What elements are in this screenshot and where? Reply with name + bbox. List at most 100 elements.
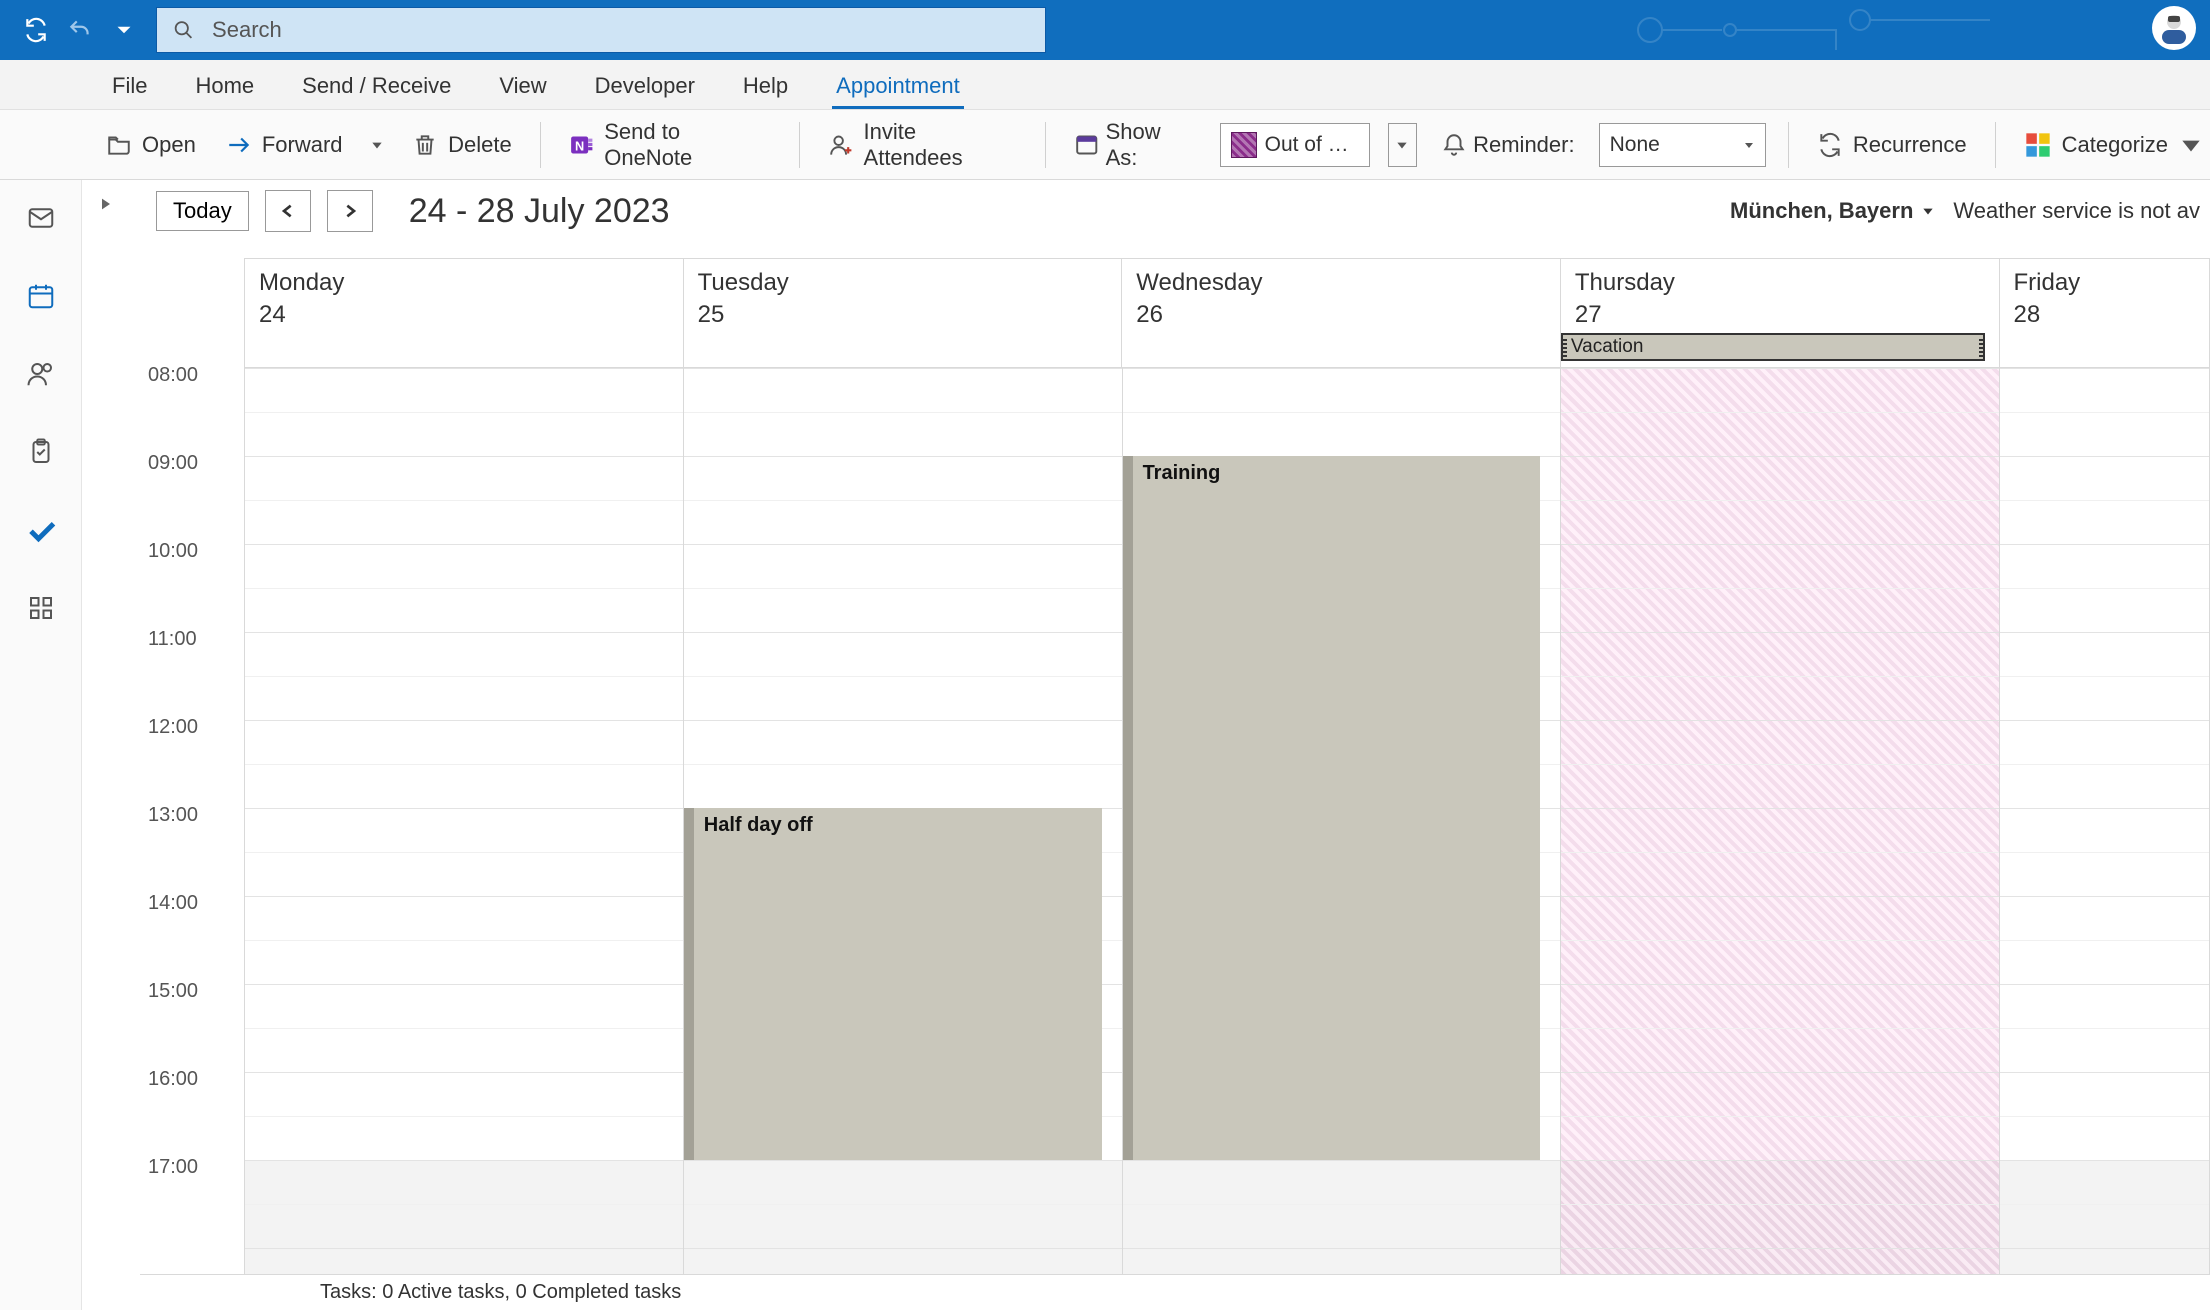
nav-more-apps[interactable] <box>19 586 63 630</box>
tab-developer[interactable]: Developer <box>591 63 699 109</box>
day-column[interactable] <box>245 368 684 1274</box>
day-number: 25 <box>698 301 1108 329</box>
forward-dropdown[interactable] <box>367 130 389 160</box>
chevron-down-icon <box>1921 204 1935 218</box>
day-headers: Monday24 Tuesday 25 Wednesday 26 Thursday 27 Va… <box>244 258 2210 368</box>
day-header[interactable]: Thursday 27 Vacation <box>1561 259 2000 368</box>
day-number: 28 <box>2014 301 2196 329</box>
date-navigation: Today 24 - 28 July 2023 <box>156 190 670 232</box>
today-button[interactable]: Today <box>156 191 249 231</box>
invite-label: Invite Attendees <box>864 119 1018 171</box>
day-columns[interactable]: Half day offTraining <box>244 368 2210 1274</box>
account-area[interactable] <box>2152 6 2196 50</box>
next-week-button[interactable] <box>327 190 373 232</box>
ribbon-separator <box>1995 122 1996 168</box>
day-header[interactable]: Monday24 <box>245 259 684 368</box>
show-as-dropdown[interactable] <box>1388 123 1418 167</box>
show-as-combo[interactable]: Out of O... <box>1220 123 1370 167</box>
calendar-grid: 08:0009:0010:0011:0012:0013:0014:0015:00… <box>140 258 2210 1274</box>
nav-people[interactable] <box>19 352 63 396</box>
nav-todo[interactable] <box>19 508 63 552</box>
show-as-label: Show As: <box>1106 119 1196 171</box>
forward-label: Forward <box>262 132 343 158</box>
event-half-day-off[interactable]: Half day off <box>684 808 1102 1160</box>
day-column[interactable]: Training <box>1123 368 1562 1274</box>
day-number: 27 <box>1575 301 1985 329</box>
reminder-group: Reminder: <box>1435 128 1580 162</box>
nav-calendar[interactable] <box>19 274 63 318</box>
reminder-combo[interactable]: None <box>1599 123 1766 167</box>
search-input[interactable] <box>210 16 1029 44</box>
categorize-button[interactable]: Categorize <box>2018 127 2210 163</box>
day-header[interactable]: Friday 28 <box>2000 259 2210 368</box>
day-name: Friday <box>2014 269 2196 297</box>
tab-home[interactable]: Home <box>191 63 258 109</box>
date-range-label: 24 - 28 July 2023 <box>409 192 670 231</box>
ribbon: Open Forward Delete N Send to OneNote In… <box>0 110 2210 180</box>
day-name: Wednesday <box>1136 269 1546 297</box>
open-button[interactable]: Open <box>100 128 202 162</box>
status-bar: Tasks: 0 Active tasks, 0 Completed tasks <box>140 1274 2210 1310</box>
show-as-group: Show As: <box>1068 115 1202 175</box>
tab-file[interactable]: File <box>108 63 151 109</box>
show-as-value: Out of O... <box>1265 133 1359 157</box>
ribbon-separator <box>799 122 800 168</box>
time-label: 17:00 <box>148 1156 198 1179</box>
delete-button[interactable]: Delete <box>406 128 518 162</box>
ribbon-separator <box>540 122 541 168</box>
day-column[interactable] <box>2000 368 2210 1274</box>
day-header[interactable]: Wednesday 26 <box>1122 259 1561 368</box>
weather-location-label: München, Bayern <box>1730 198 1913 224</box>
nav-mail[interactable] <box>19 196 63 240</box>
undo-icon[interactable] <box>66 16 94 44</box>
send-onenote-button[interactable]: N Send to OneNote <box>563 115 777 175</box>
prev-week-button[interactable] <box>265 190 311 232</box>
sync-icon[interactable] <box>22 16 50 44</box>
reminder-label: Reminder: <box>1473 132 1574 158</box>
day-name: Tuesday <box>698 269 1108 297</box>
day-header[interactable]: Tuesday 25 <box>684 259 1123 368</box>
time-label: 12:00 <box>148 716 198 739</box>
avatar-icon[interactable] <box>2152 6 2196 50</box>
tab-appointment[interactable]: Appointment <box>832 63 964 109</box>
time-label: 09:00 <box>148 452 198 475</box>
weather-bar: München, Bayern Weather service is not a… <box>1730 198 2200 224</box>
invite-attendees-button[interactable]: Invite Attendees <box>822 115 1023 175</box>
title-bar <box>0 0 2210 60</box>
forward-button[interactable]: Forward <box>220 128 349 162</box>
out-of-office-swatch-icon <box>1231 132 1257 158</box>
reminder-value: None <box>1610 133 1731 157</box>
search-box[interactable] <box>156 7 1046 53</box>
svg-text:N: N <box>575 138 584 153</box>
send-onenote-label: Send to OneNote <box>604 119 771 171</box>
time-ruler: 08:0009:0010:0011:0012:0013:0014:0015:00… <box>140 368 244 1274</box>
event-training[interactable]: Training <box>1123 456 1541 1160</box>
delete-label: Delete <box>448 132 512 158</box>
time-label: 14:00 <box>148 892 198 915</box>
hour-gridlines <box>2000 368 2209 1274</box>
collapse-folder-pane[interactable] <box>98 196 118 216</box>
chevron-down-icon <box>2178 132 2204 158</box>
time-label: 13:00 <box>148 804 198 827</box>
weather-location[interactable]: München, Bayern <box>1730 198 1935 224</box>
tab-send-receive[interactable]: Send / Receive <box>298 63 455 109</box>
day-column[interactable]: Half day off <box>684 368 1123 1274</box>
hour-gridlines <box>245 368 683 1274</box>
ribbon-separator <box>1788 122 1789 168</box>
day-column[interactable] <box>1561 368 2000 1274</box>
time-label: 15:00 <box>148 980 198 1003</box>
tab-view[interactable]: View <box>495 63 550 109</box>
day-name: Monday <box>259 269 669 297</box>
allday-event-vacation[interactable]: Vacation <box>1561 333 1985 361</box>
open-label: Open <box>142 132 196 158</box>
chevron-down-icon <box>1743 133 1755 157</box>
calendar-content: Today 24 - 28 July 2023 München, Bayern … <box>82 180 2210 1310</box>
nav-tasks-clipboard[interactable] <box>19 430 63 474</box>
ribbon-separator <box>1045 122 1046 168</box>
qat-customize-icon[interactable] <box>110 16 138 44</box>
recurrence-label: Recurrence <box>1853 132 1967 158</box>
recurrence-button[interactable]: Recurrence <box>1811 128 1973 162</box>
day-number: 26 <box>1136 301 1546 329</box>
day-name: Thursday <box>1575 269 1985 297</box>
tab-help[interactable]: Help <box>739 63 792 109</box>
